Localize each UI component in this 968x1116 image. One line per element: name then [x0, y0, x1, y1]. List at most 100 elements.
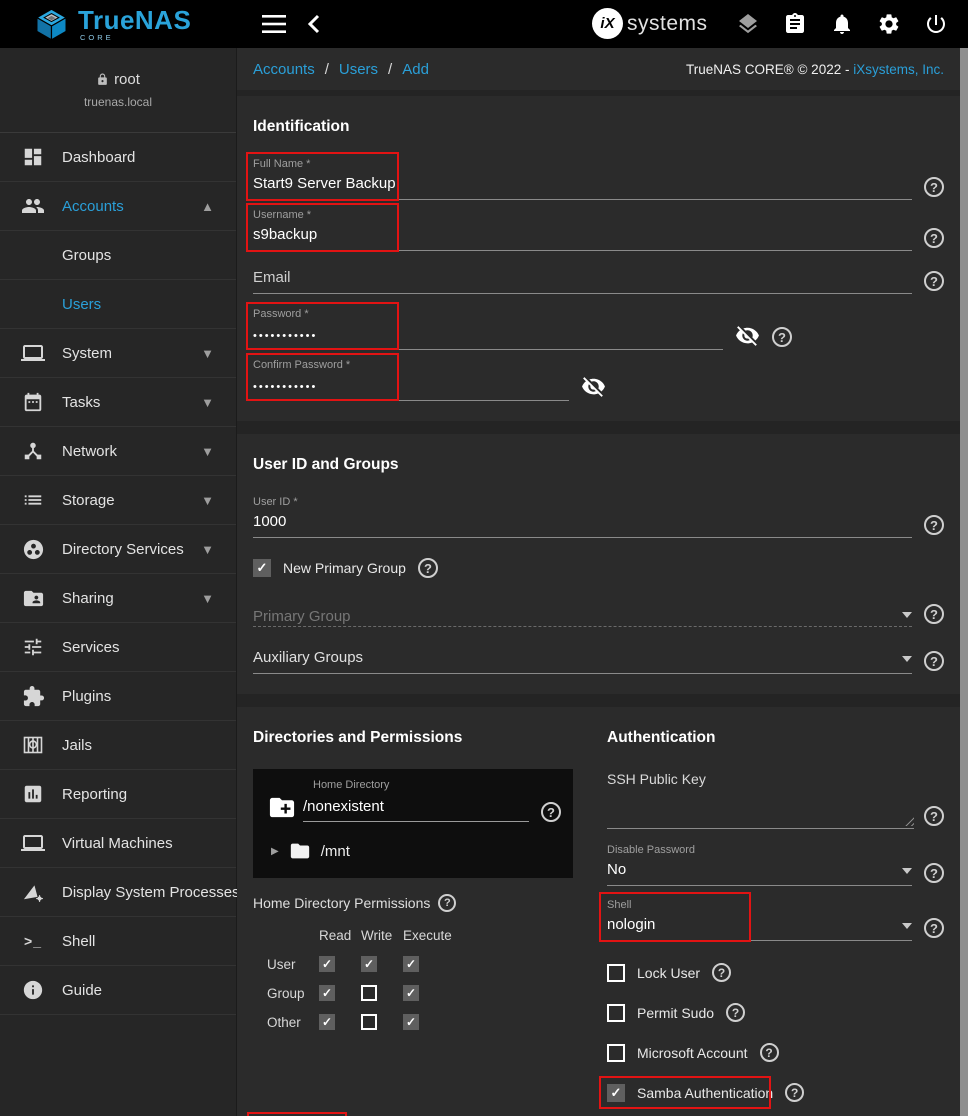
- main-content: Accounts / Users / Add TrueNAS CORE® © 2…: [237, 48, 960, 1116]
- truecommand-icon[interactable]: [736, 12, 760, 36]
- dashboard-icon: [21, 145, 45, 169]
- other-read-checkbox[interactable]: [319, 1014, 335, 1030]
- primary-group-select[interactable]: Primary Group: [253, 608, 912, 627]
- username-field[interactable]: Username * s9backup: [253, 209, 912, 251]
- full-name-input[interactable]: Start9 Server Backup: [253, 175, 912, 200]
- email-input[interactable]: Email: [253, 269, 912, 294]
- power-icon[interactable]: [924, 12, 948, 36]
- plugins-icon: [21, 684, 45, 708]
- other-write-checkbox[interactable]: [361, 1014, 377, 1030]
- sidebar-item-display-system-processes[interactable]: Display System Processes: [0, 868, 236, 917]
- help-icon[interactable]: [924, 604, 944, 624]
- sidebar-item-reporting[interactable]: Reporting: [0, 770, 236, 819]
- help-icon[interactable]: [772, 327, 792, 347]
- dropdown-arrow-icon[interactable]: [902, 868, 912, 874]
- sidebar-item-network[interactable]: Network ▼: [0, 427, 236, 476]
- group-write-checkbox[interactable]: [361, 985, 377, 1001]
- help-icon[interactable]: [924, 177, 944, 197]
- breadcrumb: Accounts / Users / Add TrueNAS CORE® © 2…: [237, 48, 960, 90]
- chevron-left-icon[interactable]: [306, 12, 324, 36]
- sidebar-item-groups[interactable]: Groups: [0, 231, 236, 280]
- help-icon[interactable]: [438, 894, 456, 912]
- user-name: root: [114, 71, 140, 88]
- visibility-off-icon[interactable]: [735, 323, 760, 348]
- identification-section: Identification Full Name * Start9 Server…: [237, 96, 960, 421]
- email-field[interactable]: Email: [253, 269, 912, 294]
- help-icon[interactable]: [760, 1043, 779, 1062]
- help-icon[interactable]: [924, 918, 944, 938]
- sidebar-item-dashboard[interactable]: Dashboard: [0, 133, 236, 182]
- other-execute-checkbox[interactable]: [403, 1014, 419, 1030]
- sidebar-item-virtual-machines[interactable]: Virtual Machines: [0, 819, 236, 868]
- breadcrumb-add[interactable]: Add: [402, 61, 429, 78]
- truenas-logo[interactable]: TrueNAS CORE: [34, 7, 191, 42]
- password-field[interactable]: Password * •••••••••••: [253, 308, 723, 350]
- resize-handle[interactable]: [904, 816, 914, 826]
- password-input[interactable]: •••••••••••: [253, 325, 723, 350]
- section-title: Directories and Permissions: [253, 729, 573, 747]
- help-icon[interactable]: [785, 1083, 804, 1102]
- user-id-groups-section: User ID and Groups User ID * 1000 New Pr…: [237, 434, 960, 694]
- visibility-off-icon[interactable]: [581, 374, 606, 399]
- dropdown-arrow-icon[interactable]: [902, 923, 912, 929]
- help-icon[interactable]: [924, 806, 944, 826]
- samba-authentication-checkbox[interactable]: [607, 1084, 625, 1102]
- help-icon[interactable]: [924, 271, 944, 291]
- help-icon[interactable]: [726, 1003, 745, 1022]
- breadcrumb-users[interactable]: Users: [339, 61, 378, 78]
- sidebar-item-system[interactable]: System ▼: [0, 329, 236, 378]
- tree-expand-icon[interactable]: ▶: [271, 846, 279, 857]
- sidebar-item-guide[interactable]: Guide: [0, 966, 236, 1015]
- username-input[interactable]: s9backup: [253, 226, 912, 251]
- microsoft-account-checkbox[interactable]: [607, 1044, 625, 1062]
- sidebar-item-services[interactable]: Services: [0, 623, 236, 672]
- user-id-field[interactable]: User ID * 1000: [253, 496, 912, 538]
- help-icon[interactable]: [924, 651, 944, 671]
- disable-password-select[interactable]: Disable Password No: [607, 844, 912, 886]
- ssh-public-key-textarea[interactable]: [607, 787, 914, 829]
- sidebar-item-tasks[interactable]: Tasks ▼: [0, 378, 236, 427]
- help-icon[interactable]: [541, 802, 561, 822]
- confirm-password-field[interactable]: Confirm Password * •••••••••••: [253, 359, 569, 401]
- menu-icon[interactable]: [262, 14, 286, 34]
- dropdown-arrow-icon[interactable]: [902, 656, 912, 662]
- people-icon: [21, 194, 45, 218]
- breadcrumb-accounts[interactable]: Accounts: [253, 61, 315, 78]
- permit-sudo-checkbox[interactable]: [607, 1004, 625, 1022]
- tasks-clipboard-icon[interactable]: [783, 12, 807, 36]
- group-read-checkbox[interactable]: [319, 985, 335, 1001]
- auxiliary-groups-select[interactable]: Auxiliary Groups: [253, 649, 912, 674]
- new-primary-group-checkbox[interactable]: [253, 559, 271, 577]
- sidebar-item-accounts[interactable]: Accounts ▲: [0, 182, 236, 231]
- user-write-checkbox[interactable]: [361, 956, 377, 972]
- perm-row-label: User: [267, 957, 319, 972]
- help-icon[interactable]: [924, 515, 944, 535]
- user-execute-checkbox[interactable]: [403, 956, 419, 972]
- sidebar-item-plugins[interactable]: Plugins: [0, 672, 236, 721]
- help-icon[interactable]: [712, 963, 731, 982]
- shell-select[interactable]: Shell nologin: [607, 899, 912, 941]
- notifications-bell-icon[interactable]: [830, 12, 854, 36]
- folder-add-icon[interactable]: [265, 793, 299, 822]
- scrollbar-thumb[interactable]: [960, 48, 968, 1116]
- sidebar-item-shell[interactable]: >_ Shell: [0, 917, 236, 966]
- ixsystems-link[interactable]: iXsystems, Inc.: [853, 62, 944, 77]
- lock-user-checkbox[interactable]: [607, 964, 625, 982]
- confirm-password-input[interactable]: •••••••••••: [253, 376, 569, 401]
- user-id-input[interactable]: 1000: [253, 513, 912, 538]
- tree-item-mnt[interactable]: ▶ /mnt: [271, 840, 561, 862]
- group-execute-checkbox[interactable]: [403, 985, 419, 1001]
- sidebar-item-sharing[interactable]: Sharing ▼: [0, 574, 236, 623]
- help-icon[interactable]: [924, 228, 944, 248]
- home-directory-input[interactable]: /nonexistent: [303, 798, 529, 822]
- sidebar-item-jails[interactable]: Jails: [0, 721, 236, 770]
- user-read-checkbox[interactable]: [319, 956, 335, 972]
- sidebar-item-directory-services[interactable]: Directory Services ▼: [0, 525, 236, 574]
- help-icon[interactable]: [924, 863, 944, 883]
- sidebar-item-users[interactable]: Users: [0, 280, 236, 329]
- settings-gear-icon[interactable]: [877, 12, 901, 36]
- help-icon[interactable]: [418, 558, 438, 578]
- dropdown-arrow-icon[interactable]: [902, 612, 912, 618]
- full-name-field[interactable]: Full Name * Start9 Server Backup: [253, 158, 912, 200]
- sidebar-item-storage[interactable]: Storage ▼: [0, 476, 236, 525]
